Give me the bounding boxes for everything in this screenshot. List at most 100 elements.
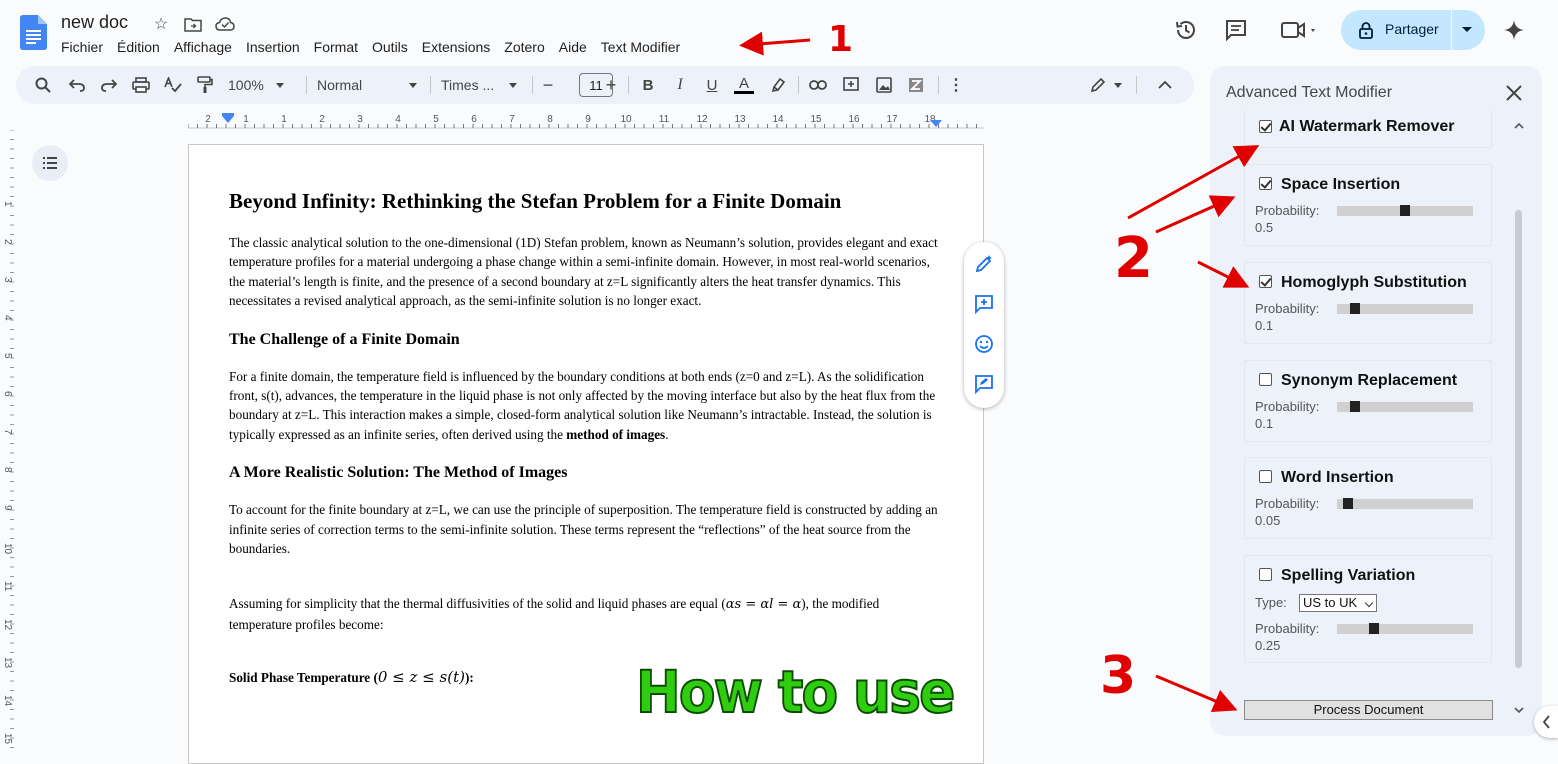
italic-icon[interactable]: I [670,75,690,95]
gemini-icon[interactable] [1502,18,1526,42]
checkbox-ai-watermark[interactable] [1259,120,1272,133]
add-comment-icon[interactable] [841,75,861,95]
suggest-edits-icon[interactable] [974,374,994,394]
probability-value: 0.1 [1255,318,1274,333]
checkbox-word-insertion[interactable] [1259,470,1272,483]
editing-mode-icon[interactable] [1086,75,1126,95]
feature-name: AI Watermark Remover [1279,118,1455,135]
vruler-label: 14 [2,695,13,707]
print-icon[interactable] [132,75,150,95]
insert-link-icon[interactable] [808,75,828,95]
slider-knob[interactable] [1350,303,1360,314]
style-value: Normal [317,77,363,93]
divider [1136,76,1137,94]
search-menus-icon[interactable] [34,75,52,95]
feature-card-homoglyph: Homoglyph Substitution Probability: 0.1 [1244,262,1492,344]
slider-knob[interactable] [1350,401,1360,412]
share-dropdown-icon[interactable] [1462,27,1472,32]
paragraph-3: To account for the finite boundary at z=… [229,502,938,557]
process-document-button[interactable]: Process Document [1244,700,1493,720]
ruler-label: 13 [734,114,746,125]
slider-knob[interactable] [1400,205,1410,216]
share-divider [1451,10,1452,50]
probability-slider[interactable] [1337,205,1473,216]
probability-slider[interactable] [1337,401,1473,412]
menu-edition[interactable]: Édition [110,37,167,57]
paragraph-2: For a finite domain, the temperature fie… [229,367,941,445]
checkbox-synonym[interactable] [1259,373,1272,386]
ruler-label: 4 [395,114,401,125]
document-title[interactable]: new doc [61,12,128,33]
menu-affichage[interactable]: Affichage [167,37,239,57]
probability-slider[interactable] [1337,623,1473,634]
checkbox-homoglyph[interactable] [1259,275,1272,288]
feature-name: Word Insertion [1281,469,1394,486]
paragraph-1: The classic analytical solution to the o… [229,235,938,309]
chevron-down-icon [409,82,417,88]
undo-icon[interactable] [68,75,86,95]
spellcheck-icon[interactable] [164,75,182,95]
redo-icon[interactable] [100,75,118,95]
more-options-icon[interactable]: ⋮ [948,75,964,95]
meet-icon[interactable] [1278,18,1322,42]
star-icon[interactable]: ☆ [150,14,172,34]
ruler-label: 8 [547,114,553,125]
share-button[interactable]: Partager [1341,10,1485,50]
insert-image-icon[interactable] [874,75,894,95]
increase-font-size-icon[interactable]: + [603,75,619,95]
vruler-label: 1 [2,201,13,207]
vruler-label: 11 [2,581,13,592]
menu-aide[interactable]: Aide [552,37,594,57]
menu-outils[interactable]: Outils [365,37,415,57]
paragraph-2-bold: method of images [566,426,666,442]
probability-slider[interactable] [1337,303,1473,314]
menu-zotero[interactable]: Zotero [497,37,551,57]
font-select[interactable]: Times ... [441,75,521,95]
document-outline-button[interactable] [32,145,68,181]
close-icon[interactable] [1504,83,1524,103]
zoom-select[interactable]: 100% [228,75,290,95]
menu-insertion[interactable]: Insertion [239,37,307,57]
ruler-label: 7 [509,114,515,125]
menu-format[interactable]: Format [307,37,365,57]
clear-formatting-icon[interactable] [906,75,926,95]
vertical-ruler[interactable]: 123456789101112131415 [0,130,14,751]
highlight-color-icon[interactable] [768,75,788,95]
underline-icon[interactable]: U [702,75,722,95]
text-color-icon[interactable]: A [734,75,754,95]
document-body[interactable]: Beyond Infinity: Rethinking the Stefan P… [229,189,941,708]
divider [798,76,799,94]
add-comment-icon[interactable] [974,294,994,314]
hide-menus-icon[interactable] [1156,75,1174,95]
probability-value: 0.05 [1255,513,1281,528]
ruler-label: 15 [810,114,822,125]
ruler-label: 10 [620,114,632,125]
slider-knob[interactable] [1343,498,1353,509]
vruler-label: 2 [2,239,13,245]
feature-name: Synonym Replacement [1281,372,1458,389]
style-select[interactable]: Normal [317,75,421,95]
probability-slider[interactable] [1337,498,1473,509]
ruler-label: 2 [319,114,325,125]
decrease-font-size-icon[interactable]: − [540,75,556,95]
menu-extensions[interactable]: Extensions [415,37,497,57]
comments-icon[interactable] [1224,18,1248,42]
side-panel-toggle[interactable] [1534,706,1558,738]
paint-format-icon[interactable] [196,75,214,95]
emoji-reaction-icon[interactable] [974,334,994,354]
checkbox-spelling[interactable] [1259,568,1272,581]
move-folder-icon[interactable] [182,14,204,34]
spelling-type-select[interactable]: US to UK [1299,594,1377,612]
help-me-write-icon[interactable] [974,254,994,274]
scrollbar-thumb[interactable] [1515,210,1522,668]
menu-text-modifier[interactable]: Text Modifier [594,37,687,57]
horizontal-ruler[interactable]: 2 1 1 2 3 4 5 6 7 8 9 10 11 12 13 14 15 16 17 18 [188,113,984,129]
version-history-icon[interactable] [1174,18,1198,42]
menu-fichier[interactable]: Fichier [54,37,110,57]
slider-knob[interactable] [1369,623,1379,634]
google-docs-icon[interactable] [20,15,47,50]
divider [628,76,629,94]
cloud-saved-icon[interactable] [214,14,236,34]
bold-icon[interactable]: B [638,75,658,95]
checkbox-space-insertion[interactable] [1259,177,1272,190]
